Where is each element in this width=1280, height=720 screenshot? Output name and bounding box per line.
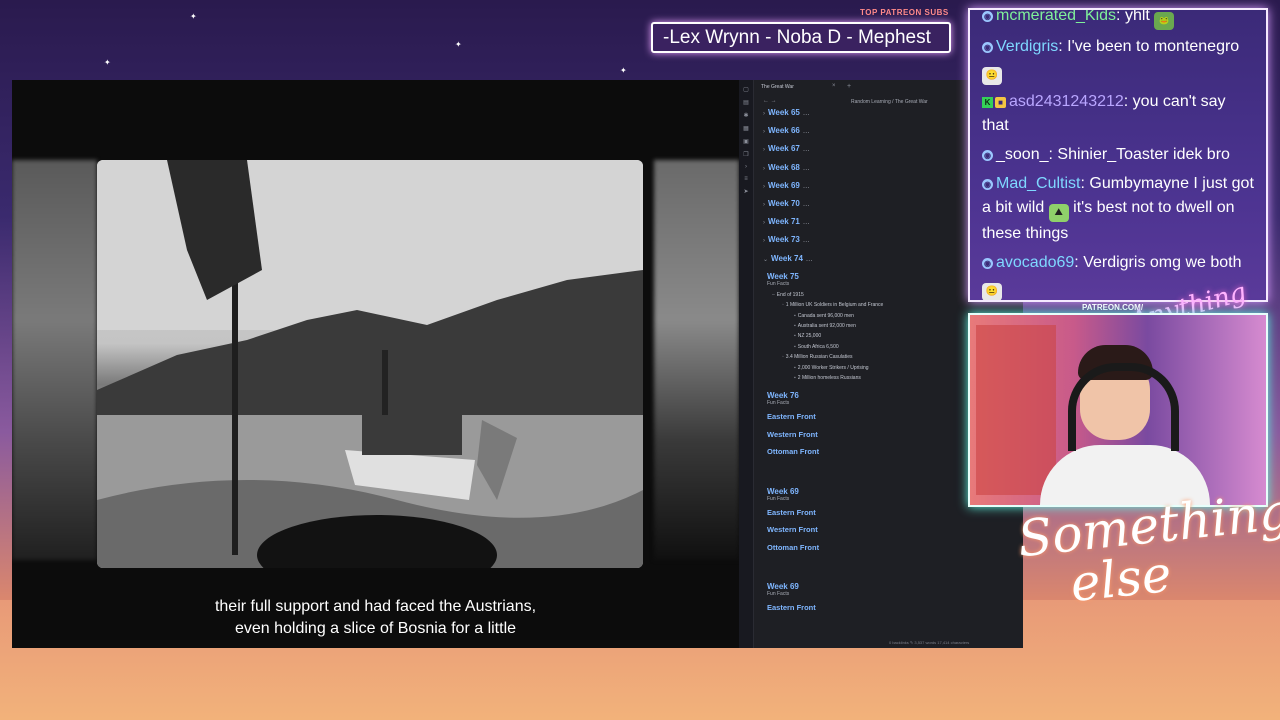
sidebar-toggle-icon[interactable]: ▢: [739, 86, 753, 93]
chat-panel: ◉ mcmerated_Kids: yhlt 🐸 ◉ Verdigris: I've…: [968, 8, 1268, 302]
chat-username[interactable]: asd2431243212: [1009, 93, 1124, 110]
front-heading[interactable]: Ottoman Front: [767, 543, 1019, 561]
front-heading[interactable]: Eastern Front: [767, 508, 1019, 526]
chevron-right-icon[interactable]: ›: [763, 202, 765, 208]
frog-emote-icon: 🐸: [1154, 12, 1175, 30]
close-icon[interactable]: ×: [832, 83, 836, 89]
chevron-right-icon[interactable]: ›: [763, 238, 765, 244]
add-tab-icon[interactable]: +: [847, 83, 851, 90]
chevron-down-icon[interactable]: ⌄: [763, 257, 768, 263]
chevron-right-icon[interactable]: ›: [763, 220, 765, 226]
week-69-heading[interactable]: Week 69: [767, 582, 1019, 591]
chat-text: : Shinier_Toaster idek bro: [1048, 146, 1230, 163]
chat-text: : Verdigris omg we both: [1074, 254, 1242, 271]
patreon-subs-names: -Lex Wrynn - Noba D - Mephest: [663, 27, 931, 48]
chat-username[interactable]: avocado69: [996, 254, 1074, 271]
chat-message: ◉ mcmerated_Kids: yhlt 🐸: [970, 8, 1266, 30]
chat-username[interactable]: mcmerated_Kids: [996, 10, 1116, 24]
front-heading[interactable]: Eastern Front: [767, 603, 1019, 612]
film-still: [97, 160, 643, 568]
webcam-feed: [968, 313, 1268, 507]
file-icon[interactable]: ▤: [739, 99, 753, 106]
star-icon: ✦: [104, 58, 111, 67]
chevron-right-icon[interactable]: ›: [763, 147, 765, 153]
chat-text: : yhlt: [1116, 8, 1150, 24]
face-emote-icon: 😐: [982, 67, 1002, 85]
headphones-icon: [1068, 363, 1179, 451]
subtitle-line: their full support and had faced the Aus…: [214, 598, 537, 615]
chat-message: ◉ Mad_Cultist: Gumbymayne I just got a bi…: [970, 172, 1266, 246]
star-icon: ✦: [190, 12, 197, 21]
chat-badge-icon: ◉: [982, 150, 993, 161]
mountain-emote-icon: ⛰: [1048, 204, 1069, 222]
chat-badge-icon: ◉: [982, 11, 993, 22]
send-icon[interactable]: ➤: [739, 188, 753, 195]
face-emote-icon: 😐: [982, 283, 1002, 300]
patreon-subs-box: -Lex Wrynn - Noba D - Mephest: [651, 22, 951, 53]
terminal-icon[interactable]: ›: [739, 164, 753, 170]
fun-facts-label: Fun Facts: [767, 591, 790, 598]
copy-icon[interactable]: ❐: [739, 151, 753, 158]
front-heading[interactable]: Western Front: [767, 525, 1019, 543]
chevron-right-icon[interactable]: ›: [763, 129, 765, 135]
chat-message: K ■ asd2431243212: you can't say that: [970, 90, 1266, 138]
chat-badge-icon: ◉: [982, 179, 993, 190]
chevron-right-icon[interactable]: ›: [763, 111, 765, 117]
chat-message: ◉ Verdigris: I've been to montenegro 😐: [970, 35, 1266, 85]
video-blur-right: [654, 160, 739, 560]
graph-icon[interactable]: ✱: [739, 112, 753, 119]
sub-badge-icon: ■: [995, 97, 1006, 108]
status-bar: 0 backlinks ✎ 3,537 words 17,414 charact…: [889, 640, 970, 645]
video-player[interactable]: their full support and had faced the Aus…: [12, 80, 739, 648]
chat-username[interactable]: Verdigris: [996, 38, 1058, 55]
kick-badge-icon: K: [982, 97, 993, 108]
chat-username[interactable]: Mad_Cultist: [996, 175, 1080, 192]
grid-icon[interactable]: ▦: [739, 125, 753, 132]
chat-text: : I've been to montenegro: [1058, 38, 1240, 55]
chevron-right-icon[interactable]: ›: [763, 166, 765, 172]
subtitle-line: even holding a slice of Bosnia for a lit…: [234, 620, 517, 637]
template-icon[interactable]: ≡: [739, 176, 753, 182]
back-arrow-icon[interactable]: ← →: [763, 98, 777, 104]
star-icon: ✦: [620, 66, 627, 75]
background-shelf: [976, 325, 1056, 495]
patreon-subs-title: TOP PATREON SUBS: [860, 8, 949, 17]
video-subtitles: their full support and had faced the Aus…: [12, 596, 739, 640]
boat-scene: [97, 160, 643, 568]
tab-the-great-war[interactable]: The Great War: [761, 84, 794, 90]
chat-username[interactable]: _soon_: [996, 146, 1049, 163]
video-blur-left: [12, 160, 97, 560]
star-icon: ✦: [455, 40, 462, 49]
chat-badge-icon: ◉: [982, 258, 993, 269]
chat-badge-icon: ◉: [982, 42, 993, 53]
chat-message: ◉ _soon_: Shinier_Toaster idek bro: [970, 143, 1266, 167]
chevron-right-icon[interactable]: ›: [763, 184, 765, 190]
breadcrumb: Random Learning / The Great War: [851, 99, 928, 105]
calendar-icon[interactable]: ▣: [739, 138, 753, 145]
notes-ribbon: ▢ ▤ ✱ ▦ ▣ ❐ › ≡ ➤: [739, 80, 754, 648]
